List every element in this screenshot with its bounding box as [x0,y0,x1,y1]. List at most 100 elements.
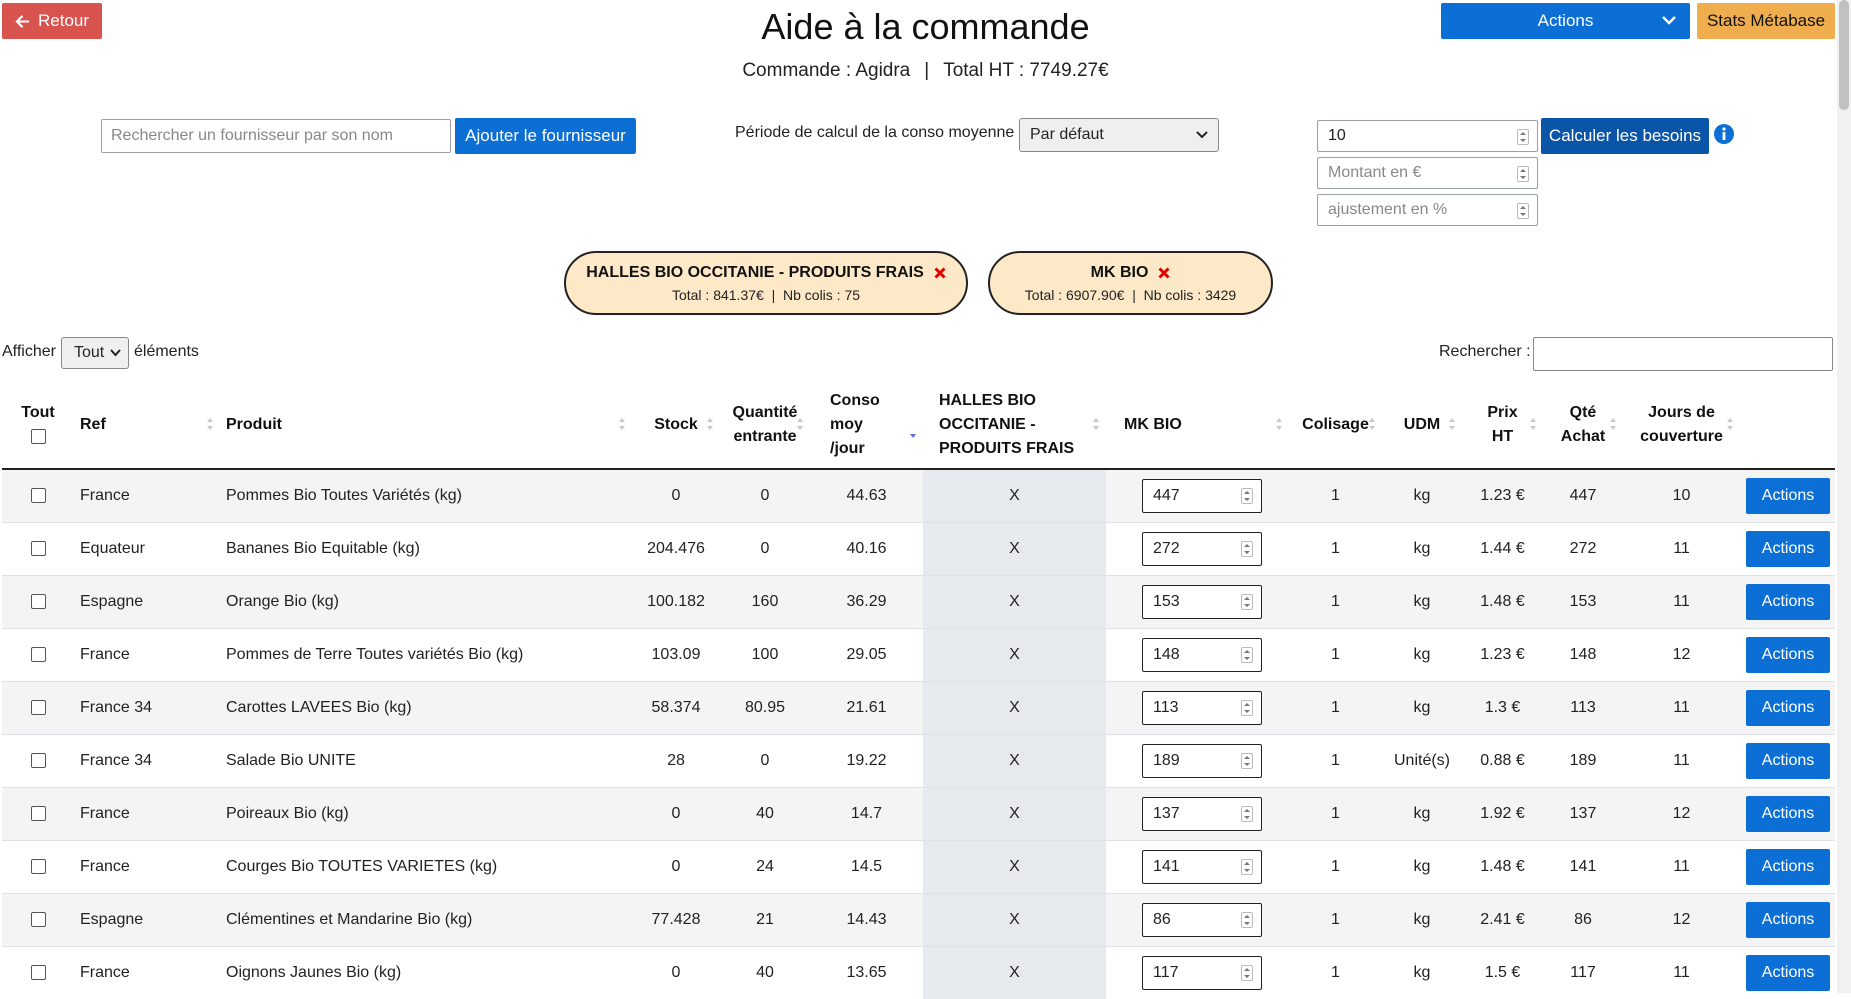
days-input-value: 10 [1328,127,1346,145]
cell-actions: Actions [1740,576,1835,629]
row-checkbox[interactable] [31,859,46,874]
row-actions-button[interactable]: Actions [1746,584,1830,620]
column-header-product[interactable]: Produit [220,381,632,469]
cell-conso: 13.65 [810,947,923,999]
row-actions-button[interactable]: Actions [1746,637,1830,673]
column-header-all[interactable]: Tout [2,381,74,469]
cell-udm: kg [1382,523,1462,576]
spinner-icon[interactable] [1241,594,1253,610]
row-actions-button[interactable]: Actions [1746,743,1830,779]
order-name: Commande : Agidra [742,60,910,81]
row-checkbox[interactable] [31,541,46,556]
cell-ref: Espagne [74,576,220,629]
adjustment-input[interactable]: ajustement en % [1317,194,1538,226]
cell-mk-bio: 113 [1106,682,1289,735]
spinner-icon[interactable] [1241,488,1253,504]
spinner-icon[interactable] [1241,700,1253,716]
row-checkbox[interactable] [31,965,46,980]
spinner-icon[interactable] [1241,859,1253,875]
mk-bio-quantity-input[interactable]: 148 [1142,638,1262,672]
row-checkbox[interactable] [31,912,46,927]
row-checkbox[interactable] [31,753,46,768]
spinner-icon[interactable] [1241,806,1253,822]
mk-bio-quantity-input[interactable]: 113 [1142,691,1262,725]
row-actions-button[interactable]: Actions [1746,796,1830,832]
column-conso-label: Conso [830,389,917,413]
add-supplier-button[interactable]: Ajouter le fournisseur [455,118,636,154]
row-checkbox[interactable] [31,647,46,662]
spinner-icon[interactable] [1517,203,1529,219]
select-all-checkbox[interactable] [31,429,46,444]
spinner-icon[interactable] [1241,753,1253,769]
actions-dropdown-button[interactable]: Actions [1441,3,1690,39]
spinner-icon[interactable] [1241,647,1253,663]
mk-bio-quantity-input[interactable]: 117 [1142,956,1262,990]
spinner-icon[interactable] [1241,965,1253,981]
table-row: France 34Carottes LAVEES Bio (kg)58.3748… [2,682,1835,735]
column-header-stock[interactable]: Stock [632,381,720,469]
page-scrollbar[interactable] [1837,0,1851,993]
row-checkbox[interactable] [31,488,46,503]
table-row: EspagneOrange Bio (kg)100.18216036.29X15… [2,576,1835,629]
column-header-colisage[interactable]: Colisage [1289,381,1382,469]
mk-bio-quantity-input[interactable]: 86 [1142,903,1262,937]
remove-icon[interactable] [1158,267,1170,279]
row-actions-button[interactable]: Actions [1746,478,1830,514]
row-actions-button[interactable]: Actions [1746,902,1830,938]
row-actions-button[interactable]: Actions [1746,531,1830,567]
column-header-price[interactable]: Prix HT [1462,381,1543,469]
stats-metabase-button[interactable]: Stats Métabase [1697,3,1835,39]
spinner-icon[interactable] [1241,541,1253,557]
mk-bio-quantity-input[interactable]: 189 [1142,744,1262,778]
cell-days: 11 [1623,841,1740,894]
cell-incoming: 40 [720,788,810,841]
cell-price: 0.88 € [1462,735,1543,788]
column-header-udm[interactable]: UDM [1382,381,1462,469]
calculate-needs-button[interactable]: Calculer les besoins [1541,118,1709,154]
row-checkbox[interactable] [31,594,46,609]
spinner-icon[interactable] [1517,129,1529,145]
spinner-icon[interactable] [1241,912,1253,928]
cell-stock: 77.428 [632,894,720,947]
cell-halles: X [923,788,1106,841]
column-header-incoming[interactable]: Quantité entrante [720,381,810,469]
column-header-mk-bio[interactable]: MK BIO [1106,381,1289,469]
info-icon[interactable] [1713,123,1735,145]
cell-qty: 148 [1543,629,1623,682]
row-checkbox[interactable] [31,806,46,821]
row-actions-button[interactable]: Actions [1746,690,1830,726]
mk-bio-quantity-input[interactable]: 153 [1142,585,1262,619]
column-header-qty[interactable]: Qté Achat [1543,381,1623,469]
row-actions-button[interactable]: Actions [1746,955,1830,991]
page-scrollbar-thumb[interactable] [1839,0,1849,110]
column-header-days[interactable]: Jours de couverture [1623,381,1740,469]
amount-input-placeholder: Montant en € [1328,164,1421,182]
cell-colisage: 1 [1289,629,1382,682]
show-entries-select[interactable]: Tout [61,337,129,369]
mk-bio-quantity-input[interactable]: 272 [1142,532,1262,566]
sort-icon [706,417,714,431]
supplier-search-input[interactable] [101,119,451,153]
amount-input[interactable]: Montant en € [1317,157,1538,189]
row-actions-button[interactable]: Actions [1746,849,1830,885]
table-search-input[interactable] [1533,337,1833,371]
row-checkbox[interactable] [31,700,46,715]
column-incoming-label: entrante [726,425,804,449]
days-input[interactable]: 10 [1317,120,1538,152]
column-header-halles[interactable]: HALLES BIO OCCITANIE - PRODUITS FRAIS [923,381,1106,469]
period-select[interactable]: Par défaut [1019,118,1219,152]
mk-bio-quantity-input[interactable]: 137 [1142,797,1262,831]
column-header-conso[interactable]: Conso moy /jour [810,381,923,469]
cell-ref: France 34 [74,682,220,735]
mk-bio-quantity-input[interactable]: 447 [1142,479,1262,513]
column-header-ref[interactable]: Ref [74,381,220,469]
cell-price: 1.48 € [1462,576,1543,629]
products-table: Tout Ref Produit Stock Quantité entrante [2,381,1835,999]
remove-icon[interactable] [934,267,946,279]
mk-bio-quantity-value: 153 [1153,593,1180,611]
mk-bio-quantity-input[interactable]: 141 [1142,850,1262,884]
cell-stock: 0 [632,788,720,841]
mk-bio-quantity-value: 272 [1153,540,1180,558]
spinner-icon[interactable] [1517,166,1529,182]
order-total: Total HT : 7749.27€ [943,60,1108,81]
